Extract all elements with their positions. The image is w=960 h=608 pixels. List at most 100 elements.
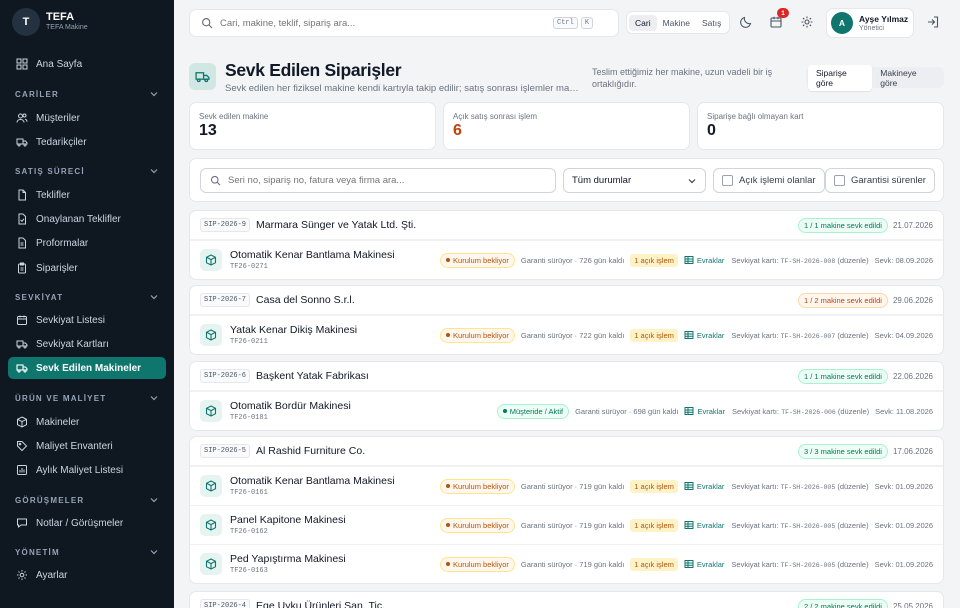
order-header[interactable]: SIP-2026-9 Marmara Sünger ve Yatak Ltd. Ş… [190,211,943,240]
edit-card-link[interactable]: (düzenle) [837,256,868,265]
sidebar-item-maliyet-envanteri[interactable]: Maliyet Envanteri [8,435,166,457]
order-code[interactable]: SIP-2026-7 [200,293,251,307]
sidebar-item-siparisler[interactable]: Siparişler [8,257,166,279]
sidebar-item-notlar[interactable]: Notlar / Görüşmeler [8,512,166,534]
shipment-card-code[interactable]: TF-SH-2026-005 [781,484,836,491]
machine-name[interactable]: Ped Yapıştırma Makinesi [230,553,346,566]
sidebar-item-ayarlar[interactable]: Ayarlar [8,564,166,586]
scope-makine[interactable]: Makine [657,15,696,31]
filter-open-ops[interactable]: Açık işlemi olanlar [713,168,825,193]
shipment-card-code[interactable]: TF-SH-2026-005 [781,562,836,569]
documents-link[interactable]: Evraklar [684,330,724,340]
notification-badge: 1 [777,8,789,18]
filter-search-input[interactable] [228,175,528,186]
shipment-card-code[interactable]: TF-SH-2026-005 [781,523,836,530]
order-header[interactable]: SIP-2026-5 Al Rashid Furniture Co. 3 / 3 m… [190,437,943,466]
logout-icon[interactable] [926,15,940,29]
open-ops-badge[interactable]: 1 açık işlem [630,253,678,267]
checkbox[interactable] [722,175,733,186]
sidebar-section-satis[interactable]: SATIŞ SÜRECİ [15,166,159,176]
shipment-card-info: Sevkiyat kartı: TF-SH-2026-005 (düzenle) [731,520,869,530]
machine-row[interactable]: Otomatik Kenar Bantlama Makinesi TF26-016… [190,466,943,505]
status-select[interactable]: Tüm durumlar [563,168,706,193]
order-code[interactable]: SIP-2026-4 [200,599,251,608]
table-icon [684,407,694,415]
kbd-k: K [580,17,594,29]
scope-satis[interactable]: Satış [696,15,727,31]
scope-cari[interactable]: Cari [629,14,657,31]
order-code[interactable]: SIP-2026-5 [200,444,251,458]
sidebar-item-home[interactable]: Ana Sayfa [8,53,166,75]
sidebar-section-yonetim[interactable]: YÖNETİM [15,547,159,557]
shipment-card-code[interactable]: TF-SH-2026-007 [781,333,836,340]
view-by-machine[interactable]: Makineye göre [872,65,942,91]
view-by-order[interactable]: Siparişe göre [808,64,873,91]
sidebar-item-musteriler[interactable]: Müşteriler [8,107,166,129]
order-customer[interactable]: Marmara Sünger ve Yatak Ltd. Şti. [256,219,416,231]
machine-name[interactable]: Otomatik Bordür Makinesi [230,400,351,413]
machine-row[interactable]: Panel Kapitone Makinesi TF26-0162 Kurulum … [190,505,943,544]
user-menu[interactable]: A Ayşe Yılmaz Yönetici [826,8,914,38]
page-note: Teslim ettiğimiz her makine, uzun vadeli… [592,67,773,89]
documents-link[interactable]: Evraklar [684,559,724,569]
user-role: Yönetici [859,24,884,32]
order-code[interactable]: SIP-2026-6 [200,369,251,383]
sidebar-item-makineler[interactable]: Makineler [8,411,166,433]
global-search-input[interactable] [220,17,550,29]
filter-search[interactable] [200,168,556,193]
machine-icon [200,400,222,422]
machine-name[interactable]: Yatak Kenar Dikiş Makinesi [230,324,357,337]
moon-icon[interactable] [739,15,753,29]
order-customer[interactable]: Başkent Yatak Fabrikası [256,370,369,382]
checkbox[interactable] [834,175,845,186]
sidebar-item-proformalar[interactable]: Proformalar [8,232,166,254]
gear-icon [17,570,27,580]
order-header[interactable]: SIP-2026-6 Başkent Yatak Fabrikası 1 / 1 m… [190,362,943,391]
edit-card-link[interactable]: (düzenle) [838,407,869,416]
sidebar-section-urun[interactable]: ÜRÜN VE MALİYET [15,393,159,403]
sidebar-item-sevkiyat-listesi[interactable]: Sevkiyat Listesi [8,309,166,331]
documents-link[interactable]: Evraklar [684,255,724,265]
sidebar-item-aylik-maliyet[interactable]: Aylık Maliyet Listesi [8,459,166,481]
shipment-card-code[interactable]: TF-SH-2026-008 [781,258,836,265]
order-customer[interactable]: Al Rashid Furniture Co. [256,445,365,457]
edit-card-link[interactable]: (düzenle) [837,560,868,569]
documents-link[interactable]: Evraklar [684,481,724,491]
order-header[interactable]: SIP-2026-7 Casa del Sonno S.r.l. 1 / 2 mak… [190,286,943,315]
global-search[interactable]: Ctrl K [189,9,619,37]
package-icon [205,480,217,492]
machine-icon [200,553,222,575]
order-header[interactable]: SIP-2026-4 Ege Uyku Ürünleri San. Tic. 2 /… [190,592,943,608]
brand[interactable]: T TEFA TEFA Makine [12,8,88,36]
machine-name[interactable]: Otomatik Kenar Bantlama Makinesi [230,475,395,488]
machine-row[interactable]: Otomatik Bordür Makinesi TF26-0181 Müşteri… [190,391,943,430]
sidebar-section-sevkiyat[interactable]: SEVKİYAT [15,292,159,302]
machine-row[interactable]: Ped Yapıştırma Makinesi TF26-0163 Kurulum … [190,544,943,583]
machine-name[interactable]: Panel Kapitone Makinesi [230,514,346,527]
documents-link[interactable]: Evraklar [684,520,724,530]
order-customer[interactable]: Casa del Sonno S.r.l. [256,294,355,306]
open-ops-badge[interactable]: 1 açık işlem [630,328,678,342]
open-ops-badge[interactable]: 1 açık işlem [630,518,678,532]
machine-name[interactable]: Otomatik Kenar Bantlama Makinesi [230,249,395,262]
documents-link[interactable]: Evraklar [684,406,725,416]
sidebar-section-gorusmeler[interactable]: GÖRÜŞMELER [15,495,159,505]
gear-icon[interactable] [800,15,814,29]
edit-card-link[interactable]: (düzenle) [837,482,868,491]
edit-card-link[interactable]: (düzenle) [837,521,868,530]
order-code[interactable]: SIP-2026-9 [200,218,251,232]
edit-card-link[interactable]: (düzenle) [837,331,868,340]
shipment-card-code[interactable]: TF-SH-2026-006 [781,409,836,416]
sidebar-section-cariler[interactable]: CARİLER [15,89,159,99]
open-ops-badge[interactable]: 1 açık işlem [630,479,678,493]
sidebar-item-sevkiyat-kartlari[interactable]: Sevkiyat Kartları [8,333,166,355]
filter-warranty[interactable]: Garantisi sürenler [825,168,935,193]
open-ops-badge[interactable]: 1 açık işlem [630,557,678,571]
machine-row[interactable]: Otomatik Kenar Bantlama Makinesi TF26-027… [190,240,943,279]
sidebar-item-teklifler[interactable]: Teklifler [8,184,166,206]
sidebar-item-onaylanan-teklifler[interactable]: Onaylanan Teklifler [8,208,166,230]
sidebar-item-tedarikciler[interactable]: Tedarikçiler [8,131,166,153]
machine-row[interactable]: Yatak Kenar Dikiş Makinesi TF26-0211 Kurul… [190,315,943,354]
order-customer[interactable]: Ege Uyku Ürünleri San. Tic. [256,600,385,608]
sidebar-item-sevk-edilen-makineler[interactable]: Sevk Edilen Makineler [8,357,166,379]
